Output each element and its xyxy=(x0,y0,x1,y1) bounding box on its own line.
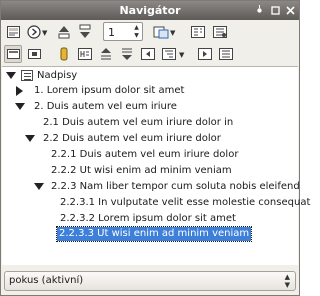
content-navigation-view-icon[interactable] xyxy=(4,45,22,63)
expand-toggle-root[interactable] xyxy=(6,71,16,81)
triangle-down-icon xyxy=(34,183,44,190)
chevron-down-icon: ▼ xyxy=(179,51,185,59)
tree-root-label[interactable]: Nadpisy xyxy=(37,69,77,83)
tree-item[interactable]: 2.1 Duis autem vel eum iriure dolor in xyxy=(43,116,233,130)
document-selector[interactable]: pokus (aktivní) ▲ ▼ xyxy=(4,271,296,291)
page-number-value: 1 xyxy=(108,26,115,39)
page-number-spinbox[interactable]: 1 ▲ ▼ xyxy=(103,22,143,41)
set-reminder-icon[interactable] xyxy=(210,23,228,41)
pin-icon[interactable] xyxy=(253,4,266,17)
heading-levels-icon[interactable] xyxy=(75,45,93,63)
tree-item[interactable]: 2.2.2 Ut wisi enim ad minim veniam xyxy=(51,164,232,178)
expand-toggle-item-2-2-3[interactable] xyxy=(34,182,44,192)
triangle-right-icon xyxy=(16,86,23,96)
spin-down-icon[interactable]: ▼ xyxy=(132,32,141,40)
expand-toggle-item-2-2[interactable] xyxy=(25,134,35,144)
outline-level-dropdown[interactable]: ▼ xyxy=(159,45,187,63)
tree-item[interactable]: 2.2.1 Duis autem vel eum iriure dolor xyxy=(51,148,238,162)
minimize-icon[interactable] xyxy=(269,4,282,17)
navigation-dropdown-button[interactable]: ▼ xyxy=(25,23,49,41)
triangle-down-icon xyxy=(25,135,35,142)
close-icon[interactable] xyxy=(284,4,297,17)
demote-chapter-icon[interactable] xyxy=(117,45,135,63)
anchor-icon[interactable] xyxy=(54,45,72,63)
toolbar-row-1: ▼ 1 ▲ ▼ ▼ xyxy=(1,21,299,43)
next-icon[interactable] xyxy=(75,23,93,41)
triangle-down-icon xyxy=(15,103,25,110)
spin-up-icon[interactable]: ▲ xyxy=(132,24,141,32)
previous-icon[interactable] xyxy=(54,23,72,41)
navigator-window: Navigátor ▼ 1 ▲ ▼ ▼ ▼ Nadpisy 1. Lorem i… xyxy=(0,0,310,296)
navigator-tree[interactable]: Nadpisy 1. Lorem ipsum dolor sit amet 2.… xyxy=(2,66,310,265)
tree-item[interactable]: 2.2.3.2 Lorem ipsum dolor sit amet xyxy=(60,212,236,226)
tree-item[interactable]: 2. Duis autem vel eum iriure xyxy=(34,100,177,114)
promote-level-icon[interactable] xyxy=(138,45,156,63)
titlebar: Navigátor xyxy=(1,1,299,20)
expand-toggle-item-2[interactable] xyxy=(15,102,25,112)
chevron-down-icon: ▼ xyxy=(42,29,48,37)
list-box-on-off-icon[interactable] xyxy=(188,23,206,41)
drag-mode-button[interactable]: ▼ xyxy=(151,23,177,41)
outline-move-icon[interactable] xyxy=(216,45,234,63)
tree-item[interactable]: 2.2 Duis autem vel eum iriure dolor xyxy=(43,132,221,146)
tree-item-selected[interactable]: 2.2.3.3 Ut wisi enim ad minim veniam xyxy=(55,226,253,242)
tree-item[interactable]: 1. Lorem ipsum dolor sit amet xyxy=(34,84,184,98)
updown-arrows-icon: ▲ ▼ xyxy=(284,273,290,289)
demote-level-icon[interactable] xyxy=(195,45,213,63)
tree-item[interactable]: 2.2.3.1 In vulputate velit esse molestie… xyxy=(60,196,310,210)
header-footer-icon[interactable] xyxy=(25,45,43,63)
triangle-down-icon xyxy=(6,72,16,79)
toolbar-row-2: ▼ xyxy=(1,43,299,65)
promote-chapter-icon[interactable] xyxy=(96,45,114,63)
tree-item[interactable]: 2.2.3 Nam liber tempor cum soluta nobis … xyxy=(51,180,300,194)
chevron-down-icon: ▼ xyxy=(170,29,176,37)
headings-icon xyxy=(21,70,33,81)
toggle-content-view-icon[interactable] xyxy=(4,23,22,41)
document-selector-value: pokus (aktivní) xyxy=(9,275,84,286)
expand-toggle-item-1[interactable] xyxy=(15,86,25,96)
